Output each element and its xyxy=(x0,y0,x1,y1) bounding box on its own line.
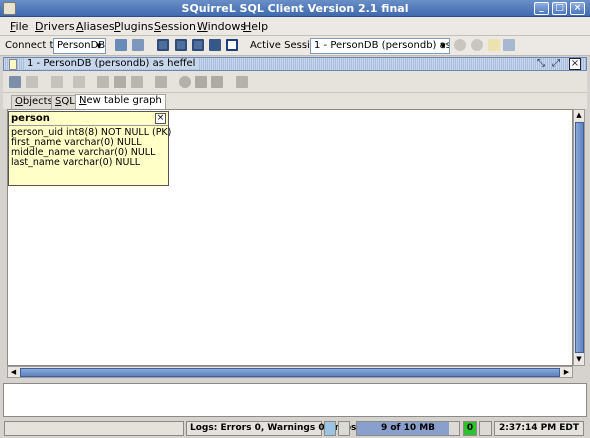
active-session-dropdown[interactable]: 1 - PersonDB (persondb) as ... ▼ xyxy=(310,38,450,54)
chevron-down-icon: ▼ xyxy=(440,42,446,50)
logs-status: Logs: Errors 0, Warnings 0, Infos 10 xyxy=(186,421,372,436)
log-icon[interactable] xyxy=(324,421,336,436)
chevron-down-icon: ▼ xyxy=(96,42,102,50)
session-frame-titlebar[interactable]: 1 - PersonDB (persondb) as heffel ⤡ ⤢ × xyxy=(3,57,587,71)
session-tabs: Objects SQL New table graph xyxy=(3,93,587,109)
menu-aliases[interactable]: Aliases xyxy=(76,20,115,33)
memory-status[interactable]: 9 of 10 MB xyxy=(356,421,460,436)
session-toolbar xyxy=(3,71,587,93)
tab-new-table-graph[interactable]: New table graph xyxy=(75,94,166,109)
message-panel[interactable] xyxy=(3,383,587,417)
settings-icon[interactable] xyxy=(211,76,223,88)
maximize-all-icon[interactable] xyxy=(226,39,238,51)
connect-dropdown[interactable]: PersonDB ▼ xyxy=(53,38,106,54)
menu-windows[interactable]: Windows xyxy=(197,20,246,33)
log-viewer-icon[interactable] xyxy=(338,421,350,436)
frame-minimize-icon[interactable]: ⤡ xyxy=(535,58,547,70)
horizontal-scrollbar[interactable]: ◀ ▶ xyxy=(7,366,573,378)
run-sql-icon[interactable] xyxy=(51,76,63,88)
tab-objects[interactable]: Objects xyxy=(11,95,57,109)
new-session-icon[interactable] xyxy=(132,39,144,51)
vertical-scrollbar[interactable]: ▲ ▼ xyxy=(573,109,585,366)
graph-icon[interactable] xyxy=(195,76,207,88)
trash-icon[interactable] xyxy=(479,421,492,436)
search-icon[interactable] xyxy=(179,76,191,88)
table-box-person[interactable]: person × person_uid int8(8) NOT NULL (PK… xyxy=(8,111,171,186)
maximize-button[interactable]: □ xyxy=(552,2,567,15)
menu-file[interactable]: File xyxy=(10,20,28,33)
scroll-up-icon[interactable]: ▲ xyxy=(574,110,584,121)
open-file-icon[interactable] xyxy=(97,76,109,88)
divider xyxy=(9,125,168,126)
frame-close-icon[interactable]: × xyxy=(569,58,581,70)
frame-restore-icon[interactable]: ⤢ xyxy=(550,58,562,70)
plugin-icon[interactable] xyxy=(236,76,248,88)
append-file-icon[interactable] xyxy=(131,76,143,88)
clock: 2:37:14 PM EDT xyxy=(494,421,584,436)
table-name: person xyxy=(11,113,50,124)
scroll-thumb[interactable] xyxy=(575,122,584,353)
session-properties-icon[interactable] xyxy=(503,39,515,51)
session-frame-title: 1 - PersonDB (persondb) as heffel xyxy=(24,58,199,69)
scroll-thumb[interactable] xyxy=(20,368,560,377)
refresh-icon[interactable] xyxy=(9,76,21,88)
scroll-right-icon[interactable]: ▶ xyxy=(561,367,572,377)
close-icon[interactable]: × xyxy=(155,113,166,124)
menu-session[interactable]: Session xyxy=(154,20,196,33)
tile-icon[interactable] xyxy=(157,39,169,51)
close-button[interactable]: × xyxy=(570,2,585,15)
bookmark-icon[interactable] xyxy=(155,76,167,88)
save-file-icon[interactable] xyxy=(114,76,126,88)
active-session-value: 1 - PersonDB (persondb) as ... xyxy=(314,40,450,51)
column-item: last_name varchar(0) NULL xyxy=(11,157,141,168)
tile-horizontal-icon[interactable] xyxy=(175,39,187,51)
connect-icon[interactable] xyxy=(115,39,127,51)
status-message xyxy=(4,421,184,436)
run-icon[interactable] xyxy=(454,39,466,51)
menu-drivers[interactable]: Drivers xyxy=(35,20,75,33)
scroll-down-icon[interactable]: ▼ xyxy=(574,354,584,365)
commit-icon[interactable] xyxy=(26,76,38,88)
document-icon xyxy=(9,59,17,70)
main-toolbar: Connect to: PersonDB ▼ Active Session: 1… xyxy=(0,36,590,56)
counter-badge: 0 xyxy=(463,421,477,436)
run-all-icon[interactable] xyxy=(73,76,85,88)
window-title: SQuirreL SQL Client Version 2.1 final xyxy=(181,2,409,15)
stop-icon[interactable] xyxy=(471,39,483,51)
menu-bar: File Drivers Aliases Plugins Session Win… xyxy=(0,17,590,36)
cascade-icon[interactable] xyxy=(209,39,221,51)
tile-vertical-icon[interactable] xyxy=(192,39,204,51)
status-bar: Logs: Errors 0, Warnings 0, Infos 10 9 o… xyxy=(0,420,590,438)
menu-plugins[interactable]: Plugins xyxy=(114,20,153,33)
menu-help[interactable]: Help xyxy=(243,20,268,33)
memory-label: 9 of 10 MB xyxy=(380,423,436,433)
minimize-button[interactable]: _ xyxy=(534,2,549,15)
scroll-left-icon[interactable]: ◀ xyxy=(8,367,19,377)
title-bar: SQuirreL SQL Client Version 2.1 final _ … xyxy=(0,0,590,17)
notes-icon[interactable] xyxy=(488,39,500,51)
